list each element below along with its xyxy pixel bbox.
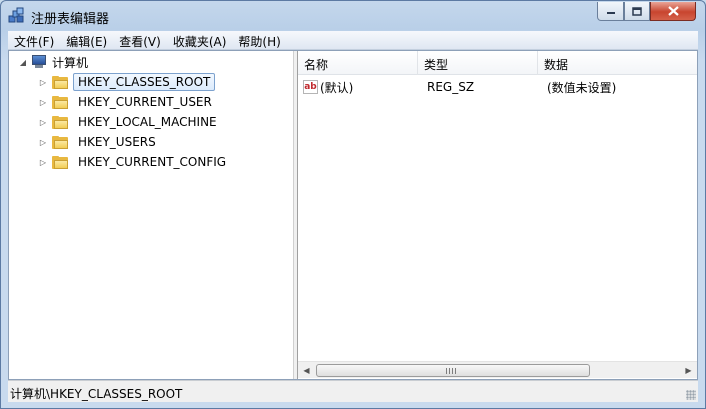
close-icon <box>667 6 679 16</box>
expand-arrow-icon[interactable]: ▷ <box>38 77 48 87</box>
registry-editor-window: 注册表编辑器 文件(F) 编辑(E) 查看(V) 收藏夹(A) 帮助(H) ◢ … <box>0 0 706 409</box>
scroll-right-button[interactable]: ▶ <box>680 362 697 379</box>
expand-arrow-icon[interactable]: ▷ <box>38 157 48 167</box>
column-header-type[interactable]: 类型 <box>418 51 538 75</box>
maximize-button[interactable] <box>624 2 650 21</box>
tree-node-computer[interactable]: ◢ 计算机 <box>18 52 88 72</box>
list-header: 名称 类型 数据 <box>298 51 697 75</box>
tree-node-label: 计算机 <box>52 55 89 70</box>
folder-icon <box>52 95 68 109</box>
tree-node-label: HKEY_USERS <box>78 135 156 149</box>
value-type: REG_SZ <box>427 80 475 94</box>
column-header-data[interactable]: 数据 <box>538 51 697 75</box>
menu-view[interactable]: 查看(V) <box>113 31 167 50</box>
value-name: (默认) <box>320 80 354 95</box>
registry-editor-icon <box>8 7 24 23</box>
folder-icon <box>52 135 68 149</box>
menu-help[interactable]: 帮助(H) <box>232 31 286 50</box>
maximize-icon <box>632 6 642 16</box>
resize-grip-icon[interactable] <box>686 390 696 400</box>
grip-icon <box>446 368 458 374</box>
tree-node-label: HKEY_CLASSES_ROOT <box>73 73 216 91</box>
tree-node-label: HKEY_CURRENT_USER <box>78 95 212 109</box>
expand-arrow-icon[interactable]: ▷ <box>38 117 48 127</box>
folder-icon <box>52 155 68 169</box>
window-title: 注册表编辑器 <box>31 12 110 27</box>
computer-icon <box>31 55 47 69</box>
tree-node-hkey-users[interactable]: ▷ HKEY_USERS <box>38 132 156 152</box>
values-list: 名称 类型 数据 ab (默认) REG_SZ (数值未设置) ◀ ▶ <box>298 51 697 379</box>
title-bar[interactable]: 注册表编辑器 <box>1 1 705 31</box>
tree-node-label: HKEY_CURRENT_CONFIG <box>78 155 227 169</box>
tree-node-hkey-current-config[interactable]: ▷ HKEY_CURRENT_CONFIG <box>38 152 226 172</box>
arrow-left-icon: ◀ <box>303 366 310 375</box>
scroll-left-button[interactable]: ◀ <box>298 362 315 379</box>
string-value-icon: ab <box>303 80 318 94</box>
list-item[interactable]: ab (默认) REG_SZ (数值未设置) <box>298 77 697 97</box>
scroll-thumb[interactable] <box>316 364 590 377</box>
minimize-icon <box>606 12 615 14</box>
menu-edit[interactable]: 编辑(E) <box>60 31 113 50</box>
value-data: (数值未设置) <box>547 80 617 95</box>
expand-arrow-icon[interactable]: ▷ <box>38 137 48 147</box>
registry-tree[interactable]: ◢ 计算机 ▷ HKEY_CLASSES_ROOT ▷ HKEY_CURRENT… <box>9 51 293 379</box>
menu-bar: 文件(F) 编辑(E) 查看(V) 收藏夹(A) 帮助(H) <box>8 31 698 50</box>
tree-node-label: HKEY_LOCAL_MACHINE <box>78 115 217 129</box>
tree-node-hkey-classes-root[interactable]: ▷ HKEY_CLASSES_ROOT <box>38 72 216 92</box>
status-bar: 计算机\HKEY_CLASSES_ROOT <box>8 380 698 402</box>
collapse-arrow-icon[interactable]: ◢ <box>18 57 28 67</box>
client-area: ◢ 计算机 ▷ HKEY_CLASSES_ROOT ▷ HKEY_CURRENT… <box>8 50 698 380</box>
menu-favorites[interactable]: 收藏夹(A) <box>167 31 233 50</box>
folder-icon <box>52 115 68 129</box>
expand-arrow-icon[interactable]: ▷ <box>38 97 48 107</box>
folder-icon <box>52 75 68 89</box>
column-header-name[interactable]: 名称 <box>298 51 418 75</box>
tree-node-hkey-current-user[interactable]: ▷ HKEY_CURRENT_USER <box>38 92 212 112</box>
tree-node-hkey-local-machine[interactable]: ▷ HKEY_LOCAL_MACHINE <box>38 112 217 132</box>
arrow-right-icon: ▶ <box>685 366 692 375</box>
close-button[interactable] <box>650 2 696 21</box>
status-path: 计算机\HKEY_CLASSES_ROOT <box>10 387 183 401</box>
horizontal-scrollbar[interactable]: ◀ ▶ <box>298 361 697 378</box>
minimize-button[interactable] <box>597 2 624 21</box>
menu-file[interactable]: 文件(F) <box>8 31 60 50</box>
